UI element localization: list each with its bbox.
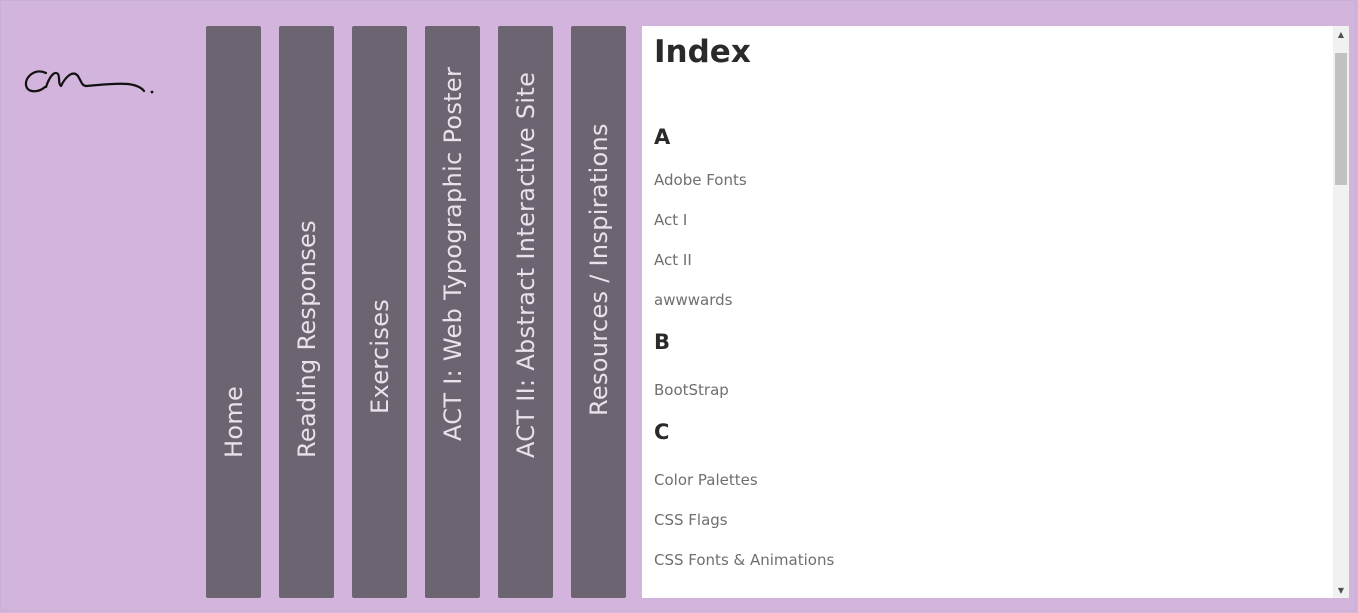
index-link-act-i[interactable]: Act I: [654, 210, 1324, 230]
nav-tab-resources[interactable]: Resources / Inspirations: [571, 26, 626, 598]
nav-tab-label: ACT II: Abstract Interactive Site: [512, 71, 540, 458]
index-link-css-fonts-animations[interactable]: CSS Fonts & Animations: [654, 550, 1324, 570]
index-panel: Index A Adobe Fonts Act I Act II awwward…: [642, 26, 1349, 598]
index-link-adobe-fonts[interactable]: Adobe Fonts: [654, 170, 1324, 190]
nav-tab-exercises[interactable]: Exercises: [352, 26, 407, 598]
page-title: Index: [654, 34, 751, 70]
main-nav: Home Reading Responses Exercises ACT I: …: [206, 26, 626, 598]
vertical-scrollbar[interactable]: ▲ ▼: [1333, 26, 1349, 598]
nav-tab-label: Reading Responses: [293, 220, 321, 458]
scroll-thumb[interactable]: [1335, 53, 1347, 185]
index-link-color-palettes[interactable]: Color Palettes: [654, 470, 1324, 490]
nav-tab-label: Home: [220, 385, 248, 458]
nav-tab-reading-responses[interactable]: Reading Responses: [279, 26, 334, 598]
nav-tab-label: Exercises: [366, 298, 394, 414]
scroll-down-arrow-icon[interactable]: ▼: [1333, 582, 1349, 598]
nav-tab-label: ACT I: Web Typographic Poster: [439, 66, 467, 441]
scroll-up-arrow-icon[interactable]: ▲: [1333, 26, 1349, 42]
nav-tab-act-ii[interactable]: ACT II: Abstract Interactive Site: [498, 26, 553, 598]
section-heading-b: B: [654, 330, 671, 354]
nav-tab-act-i[interactable]: ACT I: Web Typographic Poster: [425, 26, 480, 598]
signature-logo-icon: [24, 70, 154, 94]
index-content: Index A Adobe Fonts Act I Act II awwward…: [654, 26, 1324, 570]
section-heading-c: C: [654, 420, 670, 444]
nav-tab-label: Resources / Inspirations: [585, 123, 613, 416]
index-link-awwwards[interactable]: awwwards: [654, 290, 1324, 310]
section-heading-a: A: [654, 125, 671, 149]
signature-logo[interactable]: [22, 62, 162, 104]
nav-tab-home[interactable]: Home: [206, 26, 261, 598]
index-link-act-ii[interactable]: Act II: [654, 250, 1324, 270]
index-link-bootstrap[interactable]: BootStrap: [654, 380, 1324, 400]
index-link-css-flags[interactable]: CSS Flags: [654, 510, 1324, 530]
